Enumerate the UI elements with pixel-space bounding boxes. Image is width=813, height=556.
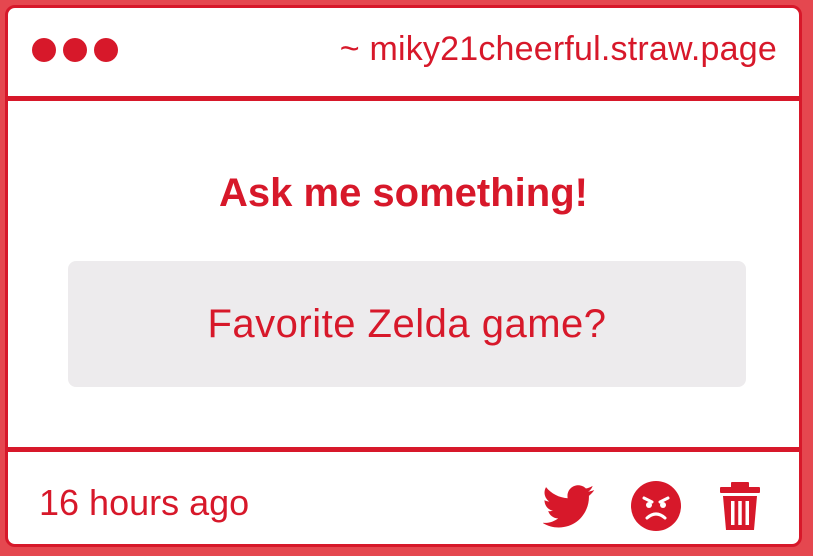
page-title: Ask me something! [219,171,588,215]
window-dot-3 [94,38,118,62]
timestamp: 16 hours ago [39,482,250,523]
page-url[interactable]: ~ miky21cheerful.straw.page [340,30,777,69]
card-body: Ask me something! Favorite Zelda game? [8,101,799,447]
window-controls [32,38,118,62]
window-titlebar: ~ miky21cheerful.straw.page [8,8,799,101]
trash-icon[interactable] [714,480,766,532]
card-footer: 16 hours ago [8,447,799,544]
window-dot-1 [32,38,56,62]
angry-face-icon[interactable] [630,480,682,532]
question-text: Favorite Zelda game? [207,301,607,346]
question-box: Favorite Zelda game? [68,261,746,387]
twitter-icon[interactable] [543,480,595,532]
question-card: ~ miky21cheerful.straw.page Ask me somet… [5,5,802,547]
window-dot-2 [63,38,87,62]
